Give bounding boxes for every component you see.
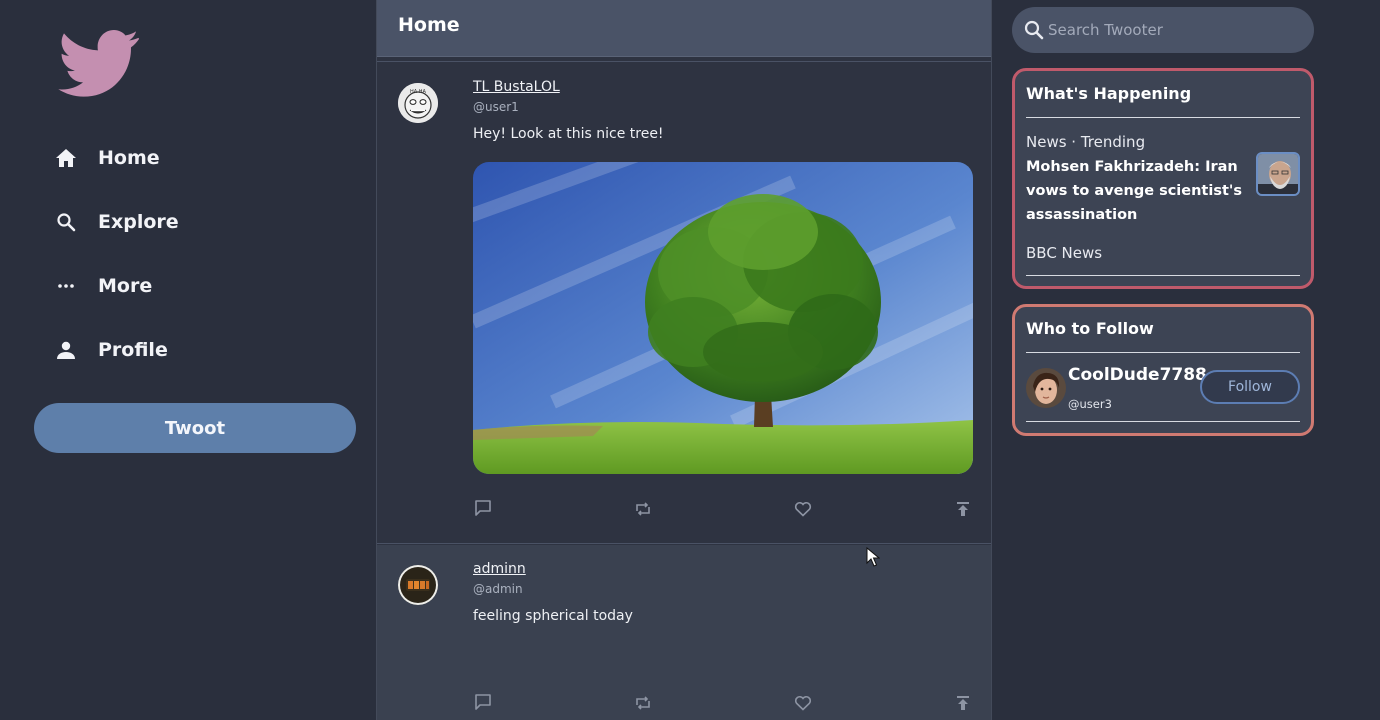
card-title: What's Happening [1026,84,1192,103]
post-card[interactable]: HA HA TL BustaLOL @user1 Hey! Look at th… [377,63,991,544]
post-author-handle: @admin [473,582,523,596]
avatar[interactable] [398,565,438,605]
svg-text:HA HA: HA HA [410,89,427,95]
nav-label-explore: Explore [98,211,179,233]
search-input[interactable] [1048,21,1298,39]
nav-item-home[interactable]: Home [54,138,160,178]
follow-button[interactable]: Follow [1200,370,1300,404]
nav-label-profile: Profile [98,339,168,361]
post-author-name[interactable]: adminn [473,561,526,577]
divider [1026,117,1300,118]
post-image[interactable] [473,162,973,474]
card-title: Who to Follow [1026,319,1154,338]
person-icon [54,338,78,362]
search-icon [54,210,78,234]
post-card[interactable]: adminn @admin feeling spherical today [377,545,991,720]
trend-headline[interactable]: Mohsen Fakhrizadeh: Iran vows to avenge … [1026,155,1242,227]
nav-item-more[interactable]: More [54,266,152,306]
twoot-button[interactable]: Twoot [34,403,356,453]
trend-source: BBC News [1026,244,1103,262]
divider [1026,275,1300,276]
reply-icon[interactable] [472,497,494,519]
post-text: Hey! Look at this nice tree! [473,126,664,142]
avatar[interactable] [1026,368,1066,408]
post-author-name[interactable]: TL BustaLOL [473,79,560,95]
post-author-handle: @user1 [473,100,519,114]
mouse-cursor-icon [866,546,881,567]
feed-header: Home [377,0,991,57]
retweet-icon[interactable] [632,498,654,520]
follow-user-handle: @user3 [1068,397,1112,411]
trend-meta: News · Trending [1026,133,1146,151]
divider [1026,352,1300,353]
bird-logo-icon[interactable] [58,30,140,98]
like-icon[interactable] [792,498,814,520]
reply-icon[interactable] [472,691,494,713]
nav-item-explore[interactable]: Explore [54,202,179,242]
post-text: feeling spherical today [473,608,633,624]
divider [1026,421,1300,422]
home-icon [54,146,78,170]
follow-user-name[interactable]: CoolDude7788 [1068,365,1207,385]
share-icon[interactable] [952,498,974,520]
search-bar[interactable] [1012,7,1314,53]
avatar[interactable]: HA HA [398,83,438,123]
feed-column: Home HA HA TL BustaLOL @user1 Hey! Look … [376,0,992,720]
more-icon [54,274,78,298]
nav-label-more: More [98,275,153,297]
trend-thumbnail[interactable] [1256,152,1300,196]
who-to-follow-card: Who to Follow CoolDude7788 @user3 Follow [1012,304,1314,436]
header-divider [377,57,991,62]
share-icon[interactable] [952,692,974,714]
search-icon [1024,20,1044,40]
nav-label-home: Home [98,147,160,169]
whats-happening-card: What's Happening News · Trending Mohsen … [1012,68,1314,289]
left-sidebar: Home Explore More Profile Twoot [0,0,376,720]
nav-item-profile[interactable]: Profile [54,330,168,370]
retweet-icon[interactable] [632,692,654,714]
page-title: Home [398,14,460,36]
like-icon[interactable] [792,692,814,714]
